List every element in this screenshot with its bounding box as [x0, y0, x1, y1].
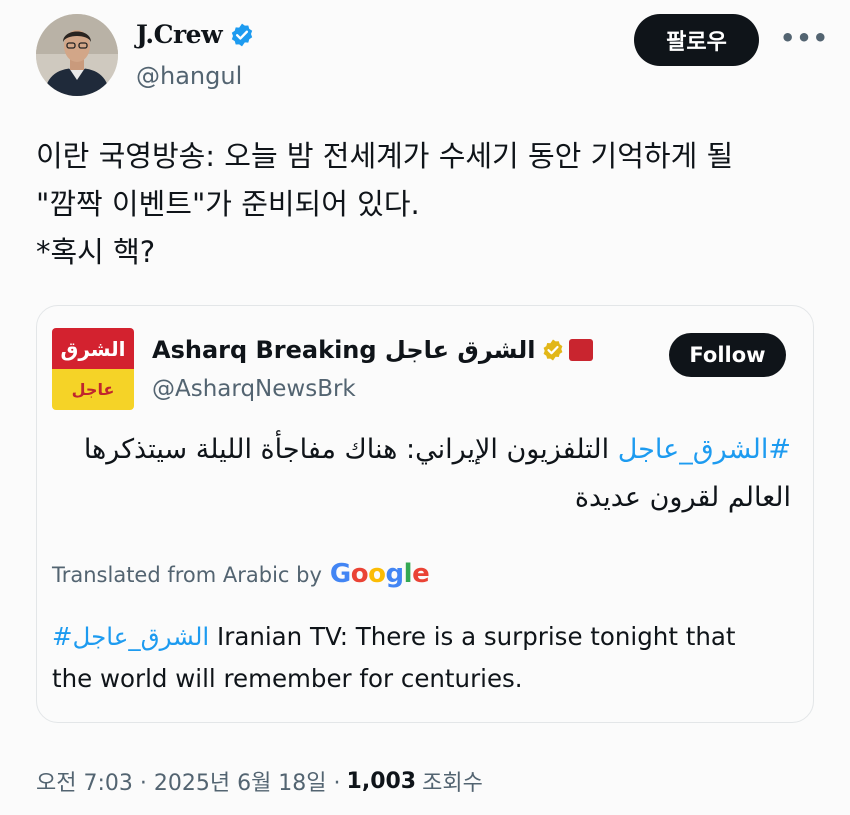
quote-author-handle[interactable]: @AsharqNewsBrk — [152, 376, 356, 402]
tweet-meta: 오전 7:03 · 2025년 6월 18일 · 1,003 조회수 — [36, 765, 483, 797]
translation-text: #الشرق_عاجل Iranian TV: There is a surpr… — [52, 616, 782, 700]
tweet-header: J.Crew @hangul 팔로우 ••• — [36, 14, 829, 100]
follow-button[interactable]: 팔로우 — [634, 14, 759, 66]
asharq-logo[interactable]: الشرق عاجل — [52, 328, 134, 410]
google-logo: Google — [329, 559, 430, 589]
tweet-timestamp[interactable]: 오전 7:03 · 2025년 6월 18일 · — [36, 765, 341, 797]
gold-verified-badge-icon — [541, 338, 565, 362]
google-letter: e — [412, 559, 430, 589]
quoted-tweet-card[interactable]: الشرق عاجل Asharq Breaking الشرق عاجل @A… — [36, 305, 814, 723]
asharq-logo-bottom: عاجل — [52, 369, 134, 410]
author-handle[interactable]: @hangul — [136, 62, 242, 90]
views-count: 1,003 — [346, 768, 417, 794]
translated-from-label[interactable]: Translated from Arabic by Google — [52, 559, 430, 589]
quote-author-name[interactable]: Asharq Breaking الشرق عاجل — [152, 336, 535, 364]
google-letter: g — [385, 559, 405, 589]
asharq-logo-top: الشرق — [52, 328, 134, 369]
verified-badge-icon — [229, 22, 255, 48]
google-letter: G — [329, 559, 351, 589]
google-letter: o — [350, 559, 369, 589]
translated-label-text: Translated from Arabic by — [52, 563, 322, 587]
google-letter: l — [403, 559, 413, 589]
more-options-icon[interactable]: ••• — [780, 24, 829, 52]
translation-hashtag-link[interactable]: #الشرق_عاجل — [52, 622, 209, 651]
author-avatar[interactable] — [36, 14, 118, 96]
views-label: 조회수 — [422, 771, 483, 796]
google-letter: o — [368, 559, 386, 589]
quote-follow-button[interactable]: Follow — [669, 333, 786, 377]
quote-arabic-text: #الشرق_عاجل التلفزيون الإيراني: هناك مفا… — [71, 426, 791, 522]
quote-name-row[interactable]: Asharq Breaking الشرق عاجل — [152, 336, 594, 364]
author-name-row[interactable]: J.Crew — [136, 20, 255, 49]
affiliate-logo-icon — [569, 339, 594, 361]
author-name[interactable]: J.Crew — [136, 20, 223, 49]
arabic-hashtag-link[interactable]: #الشرق_عاجل — [618, 434, 791, 465]
tweet-text: 이란 국영방송: 오늘 밤 전세계가 수세기 동안 기억하게 될 "깜짝 이벤트… — [36, 139, 734, 269]
